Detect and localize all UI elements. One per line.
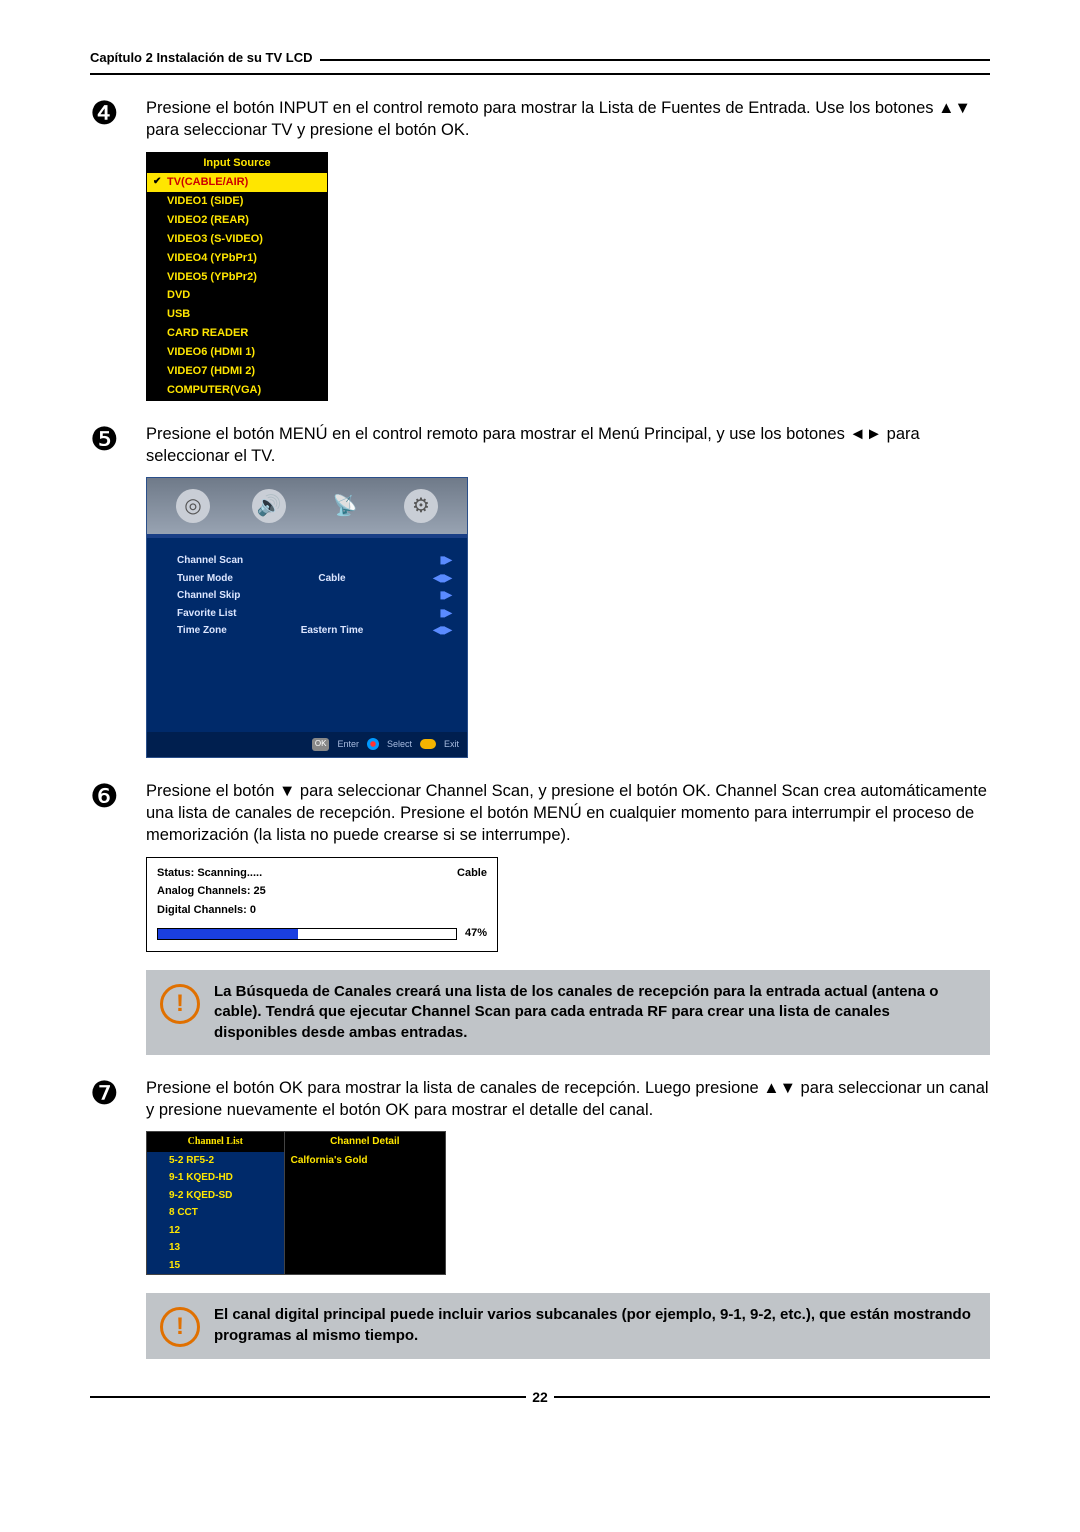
subchannel-callout-text: El canal digital principal puede incluir… — [214, 1305, 976, 1346]
menu-row-channel-skip[interactable]: Channel Skip ▮▶ — [177, 587, 451, 605]
step-4-number: ❹ — [90, 97, 146, 401]
input-source-menu: Input Source TV(CABLE/AIR) VIDEO1 (SIDE)… — [146, 152, 328, 401]
scan-mode-label: Cable — [457, 866, 487, 881]
channel-panel: Channel List 5-2 RF5-2 9-1 KQED-HD 9-2 K… — [146, 1131, 446, 1275]
select-button-icon — [367, 738, 379, 750]
step-4-text: Presione el botón INPUT en el control re… — [146, 99, 971, 139]
input-source-item-video5[interactable]: VIDEO5 (YPbPr2) — [147, 268, 327, 287]
step-7-text: Presione el botón OK para mostrar la lis… — [146, 1079, 989, 1119]
channel-scan-callout-text: La Búsqueda de Canales creará una lista … — [214, 982, 976, 1043]
step-6-text: Presione el botón ▼ para seleccionar Cha… — [146, 782, 987, 845]
step-5: ❺ Presione el botón MENÚ en el control r… — [90, 423, 990, 758]
tv-main-menu: ◎ 🔊 📡 ⚙ Channel Scan ▮▶ Tuner Mode Cable… — [146, 477, 468, 758]
chapter-header-row: Capítulo 2 Instalación de su TV LCD — [90, 50, 990, 69]
step-5-text: Presione el botón MENÚ en el control rem… — [146, 425, 920, 465]
scan-progress-bar — [157, 928, 457, 940]
input-source-item-video2[interactable]: VIDEO2 (REAR) — [147, 211, 327, 230]
tv-icon[interactable]: 📡 — [328, 489, 362, 523]
channel-list-item[interactable]: 13 — [147, 1239, 284, 1257]
channel-detail-item: Calfornia's Gold — [285, 1152, 445, 1170]
input-source-item-computer[interactable]: COMPUTER(VGA) — [147, 381, 327, 400]
subchannel-callout: ! El canal digital principal puede inclu… — [146, 1293, 990, 1359]
step-6-body: Presione el botón ▼ para seleccionar Cha… — [146, 780, 990, 1055]
menu-row-tuner-mode[interactable]: Tuner Mode Cable ◀▮▶ — [177, 570, 451, 588]
channel-scan-callout: ! La Búsqueda de Canales creará una list… — [146, 970, 990, 1055]
page-number: 22 — [532, 1389, 548, 1405]
setup-icon[interactable]: ⚙ — [404, 489, 438, 523]
channel-list-item[interactable]: 9-1 KQED-HD — [147, 1169, 284, 1187]
step-7-number: ❼ — [90, 1077, 146, 1360]
warning-icon: ! — [160, 1307, 200, 1347]
channel-list-item[interactable]: 12 — [147, 1222, 284, 1240]
channel-list-item[interactable]: 8 CCT — [147, 1204, 284, 1222]
scan-progress-percent: 47% — [465, 926, 487, 941]
channel-list-item[interactable]: 15 — [147, 1257, 284, 1275]
scan-progress: 47% — [157, 926, 487, 941]
step-4: ❹ Presione el botón INPUT en el control … — [90, 97, 990, 401]
input-source-title: Input Source — [147, 153, 327, 174]
input-source-item-video6[interactable]: VIDEO6 (HDMI 1) — [147, 343, 327, 362]
input-source-item-tv[interactable]: TV(CABLE/AIR) — [147, 173, 327, 192]
footer-exit-label: Exit — [444, 738, 459, 750]
channel-list-item[interactable]: 5-2 RF5-2 — [147, 1152, 284, 1170]
step-7: ❼ Presione el botón OK para mostrar la l… — [90, 1077, 990, 1360]
input-source-item-usb[interactable]: USB — [147, 305, 327, 324]
scan-progress-fill — [158, 929, 298, 939]
scan-status-box: Status: Scanning..... Cable Analog Chann… — [146, 857, 498, 952]
page-footer: 22 — [90, 1389, 990, 1405]
tv-menu-body: Channel Scan ▮▶ Tuner Mode Cable ◀▮▶ Cha… — [147, 538, 467, 732]
menu-row-favorite-list[interactable]: Favorite List ▮▶ — [177, 605, 451, 623]
step-6: ❻ Presione el botón ▼ para seleccionar C… — [90, 780, 990, 1055]
input-source-item-video1[interactable]: VIDEO1 (SIDE) — [147, 192, 327, 211]
page: Capítulo 2 Instalación de su TV LCD ❹ Pr… — [0, 0, 1080, 1445]
chapter-title: Capítulo 2 Instalación de su TV LCD — [90, 50, 312, 69]
step-5-number: ❺ — [90, 423, 146, 758]
channel-list: Channel List 5-2 RF5-2 9-1 KQED-HD 9-2 K… — [146, 1131, 285, 1275]
ok-button-icon: OK — [312, 738, 330, 751]
input-source-item-video7[interactable]: VIDEO7 (HDMI 2) — [147, 362, 327, 381]
tv-menu-iconbar: ◎ 🔊 📡 ⚙ — [147, 478, 467, 538]
header-rule-full — [90, 73, 990, 75]
warning-icon: ! — [160, 984, 200, 1024]
channel-list-item[interactable]: 9-2 KQED-SD — [147, 1187, 284, 1205]
footer-rule-left — [90, 1396, 526, 1398]
menu-button-icon — [420, 739, 436, 749]
scan-status-label: Status: Scanning..... — [157, 866, 262, 881]
picture-icon[interactable]: ◎ — [176, 489, 210, 523]
footer-select-label: Select — [387, 738, 412, 750]
footer-rule-right — [554, 1396, 990, 1398]
tv-menu-footer: OK Enter Select Exit — [147, 732, 467, 757]
channel-detail: Channel Detail Calfornia's Gold — [285, 1131, 446, 1275]
input-source-item-video3[interactable]: VIDEO3 (S-VIDEO) — [147, 230, 327, 249]
input-source-item-video4[interactable]: VIDEO4 (YPbPr1) — [147, 249, 327, 268]
step-6-number: ❻ — [90, 780, 146, 1055]
menu-row-channel-scan[interactable]: Channel Scan ▮▶ — [177, 552, 451, 570]
header-rule — [320, 59, 990, 61]
footer-enter-label: Enter — [337, 738, 359, 750]
input-source-item-cardreader[interactable]: CARD READER — [147, 324, 327, 343]
scan-digital-count: Digital Channels: 0 — [157, 903, 487, 918]
step-5-body: Presione el botón MENÚ en el control rem… — [146, 423, 990, 758]
channel-list-header: Channel List — [147, 1132, 284, 1152]
audio-icon[interactable]: 🔊 — [252, 489, 286, 523]
input-source-item-dvd[interactable]: DVD — [147, 286, 327, 305]
scan-analog-count: Analog Channels: 25 — [157, 884, 487, 899]
step-7-body: Presione el botón OK para mostrar la lis… — [146, 1077, 990, 1360]
menu-row-time-zone[interactable]: Time Zone Eastern Time ◀▮▶ — [177, 622, 451, 640]
channel-detail-header: Channel Detail — [285, 1132, 445, 1152]
step-4-body: Presione el botón INPUT en el control re… — [146, 97, 990, 401]
